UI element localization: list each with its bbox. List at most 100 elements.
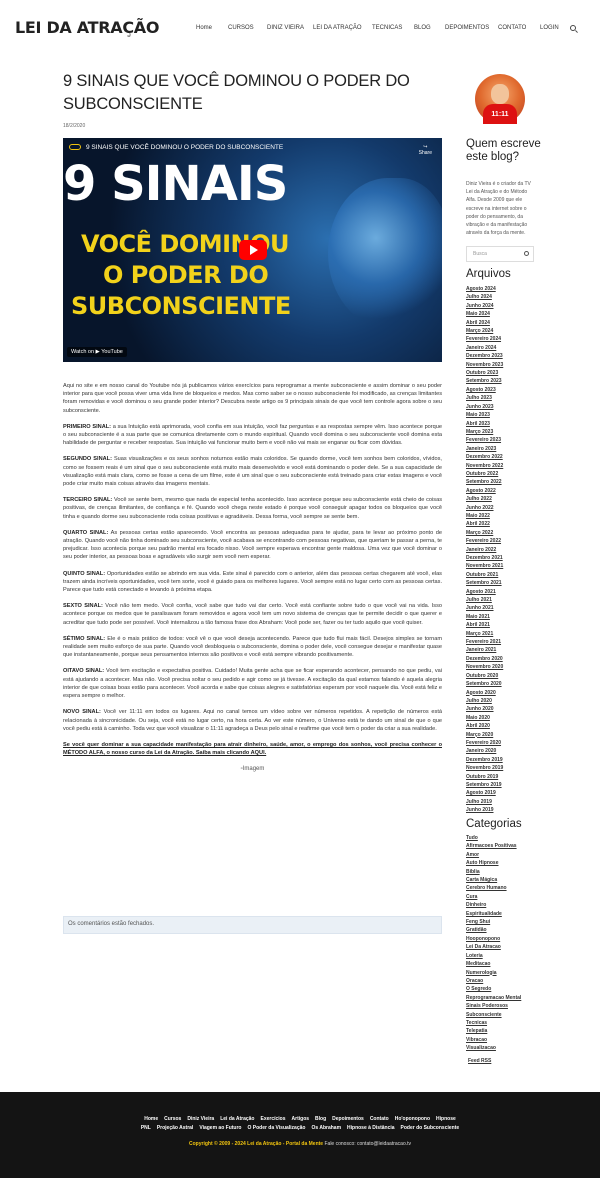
footer-link[interactable]: Artigos (292, 1116, 310, 1122)
category-link[interactable]: Espiritualidade (466, 910, 521, 918)
archive-link[interactable]: Março 2023 (466, 428, 503, 436)
archive-link[interactable]: Novembro 2020 (466, 663, 503, 671)
archive-link[interactable]: Julho 2020 (466, 697, 503, 705)
nav-contato[interactable]: CONTATO (498, 23, 526, 33)
category-link[interactable]: Sinais Poderosos (466, 1002, 521, 1010)
category-link[interactable]: Oracao (466, 977, 521, 985)
archive-link[interactable]: Setembro 2019 (466, 781, 503, 789)
archive-link[interactable]: Agosto 2020 (466, 689, 503, 697)
footer-link[interactable]: Ho'oponopono (395, 1116, 430, 1122)
nav-blog[interactable]: BLOG (414, 23, 431, 33)
archive-link[interactable]: Setembro 2023 (466, 377, 503, 385)
archive-link[interactable]: Julho 2022 (466, 495, 503, 503)
archive-link[interactable]: Abril 2023 (466, 420, 503, 428)
archive-link[interactable]: Junho 2024 (466, 302, 503, 310)
archive-link[interactable]: Agosto 2021 (466, 588, 503, 596)
archive-link[interactable]: Fevereiro 2021 (466, 638, 503, 646)
archive-link[interactable]: Julho 2019 (466, 798, 503, 806)
footer-link[interactable]: Blog (315, 1116, 326, 1122)
feed-rss-link[interactable]: Feed RSS (468, 1058, 491, 1064)
archive-link[interactable]: Agosto 2019 (466, 789, 503, 797)
footer-link[interactable]: Os Abraham (311, 1125, 341, 1131)
archive-link[interactable]: Outubro 2023 (466, 369, 503, 377)
archive-link[interactable]: Março 2021 (466, 630, 503, 638)
archive-link[interactable]: Junho 2022 (466, 504, 503, 512)
nav-diniz-vieira[interactable]: DINIZ VIEIRA (267, 23, 304, 33)
archive-link[interactable]: Dezembro 2022 (466, 453, 503, 461)
archive-link[interactable]: Agosto 2022 (466, 487, 503, 495)
category-link[interactable]: Amor (466, 851, 521, 859)
archive-link[interactable]: Junho 2020 (466, 705, 503, 713)
nav-home[interactable]: Home (196, 23, 212, 33)
archive-link[interactable]: Novembro 2019 (466, 764, 503, 772)
archive-link[interactable]: Dezembro 2023 (466, 352, 503, 360)
archive-link[interactable]: Novembro 2022 (466, 462, 503, 470)
footer-link[interactable]: Lei da Atração (220, 1116, 254, 1122)
category-link[interactable]: Hooponopono (466, 935, 521, 943)
cta-link[interactable]: Se você quer dominar a sua capacidade ma… (63, 741, 442, 757)
archive-link[interactable]: Março 2024 (466, 327, 503, 335)
nav-login[interactable]: LOGIN (540, 23, 559, 33)
category-link[interactable]: Subconsciente (466, 1011, 521, 1019)
archive-link[interactable]: Fevereiro 2024 (466, 335, 503, 343)
archive-link[interactable]: Setembro 2022 (466, 478, 503, 486)
footer-link[interactable]: Diniz Vieira (187, 1116, 214, 1122)
archive-link[interactable]: Fevereiro 2022 (466, 537, 503, 545)
archive-link[interactable]: Dezembro 2021 (466, 554, 503, 562)
footer-link[interactable]: Cursos (164, 1116, 181, 1122)
archive-link[interactable]: Novembro 2021 (466, 562, 503, 570)
category-link[interactable]: Reprogramacao Mental (466, 994, 521, 1002)
category-link[interactable]: Loteria (466, 952, 521, 960)
search-input[interactable]: Busca (466, 246, 534, 262)
footer-link[interactable]: Hipnose à Distância (347, 1125, 395, 1131)
archive-link[interactable]: Junho 2023 (466, 403, 503, 411)
archive-link[interactable]: Novembro 2023 (466, 361, 503, 369)
footer-link[interactable]: Poder do Subconsciente (401, 1125, 460, 1131)
archive-link[interactable]: Maio 2020 (466, 714, 503, 722)
archive-link[interactable]: Dezembro 2019 (466, 756, 503, 764)
play-icon[interactable] (239, 240, 267, 260)
archive-link[interactable]: Janeiro 2024 (466, 344, 503, 352)
archive-link[interactable]: Maio 2021 (466, 613, 503, 621)
nav-depoimentos[interactable]: DEPOIMENTOS (445, 23, 489, 33)
archive-link[interactable]: Janeiro 2021 (466, 646, 503, 654)
archive-link[interactable]: Abril 2020 (466, 722, 503, 730)
archive-link[interactable]: Maio 2022 (466, 512, 503, 520)
archive-link[interactable]: Março 2020 (466, 731, 503, 739)
archive-link[interactable]: Janeiro 2023 (466, 445, 503, 453)
category-link[interactable]: Visualizacao (466, 1044, 521, 1052)
nav-lei-da-atracao[interactable]: LEI DA ATRAÇÃO (313, 23, 362, 33)
category-link[interactable]: Cura (466, 893, 521, 901)
video-title[interactable]: 9 SINAIS QUE VOCÊ DOMINOU O PODER DO SUB… (86, 144, 283, 151)
category-link[interactable]: Vibracao (466, 1036, 521, 1044)
category-link[interactable]: Gratidão (466, 926, 521, 934)
category-link[interactable]: Carta Mágica (466, 876, 521, 884)
category-link[interactable]: Tudo (466, 834, 521, 842)
archive-link[interactable]: Junho 2019 (466, 806, 503, 814)
footer-link[interactable]: Hipnose (436, 1116, 456, 1122)
archive-link[interactable]: Outubro 2020 (466, 672, 503, 680)
footer-link[interactable]: O Poder da Visualização (247, 1125, 305, 1131)
contact-email-link[interactable]: contato@leidaatracao.tv (357, 1141, 411, 1147)
category-link[interactable]: Afirmacoes Positivas (466, 842, 521, 850)
archive-link[interactable]: Fevereiro 2023 (466, 436, 503, 444)
youtube-video-embed[interactable]: 9 SINAIS QUE VOCÊ DOMINOU O PODER DO SUB… (63, 138, 442, 362)
archive-link[interactable]: Junho 2021 (466, 604, 503, 612)
archive-link[interactable]: Fevereiro 2020 (466, 739, 503, 747)
footer-link[interactable]: PNL (141, 1125, 151, 1131)
archive-link[interactable]: Julho 2021 (466, 596, 503, 604)
archive-link[interactable]: Abril 2024 (466, 319, 503, 327)
category-link[interactable]: Tecnicas (466, 1019, 521, 1027)
category-link[interactable]: Meditacao (466, 960, 521, 968)
search-icon[interactable] (570, 25, 576, 31)
share-button[interactable]: ↪ Share (419, 144, 432, 156)
archive-link[interactable]: Outubro 2021 (466, 571, 503, 579)
category-link[interactable]: Numerologia (466, 969, 521, 977)
nav-cursos[interactable]: CURSOS (228, 23, 254, 33)
footer-link[interactable]: Projeção Astral (157, 1125, 194, 1131)
archive-link[interactable]: Outubro 2019 (466, 773, 503, 781)
archive-link[interactable]: Janeiro 2020 (466, 747, 503, 755)
site-logo[interactable]: LEI DA ATRAÇÃO (15, 18, 159, 38)
archive-link[interactable]: Agosto 2024 (466, 285, 503, 293)
footer-link[interactable]: Home (144, 1116, 158, 1122)
